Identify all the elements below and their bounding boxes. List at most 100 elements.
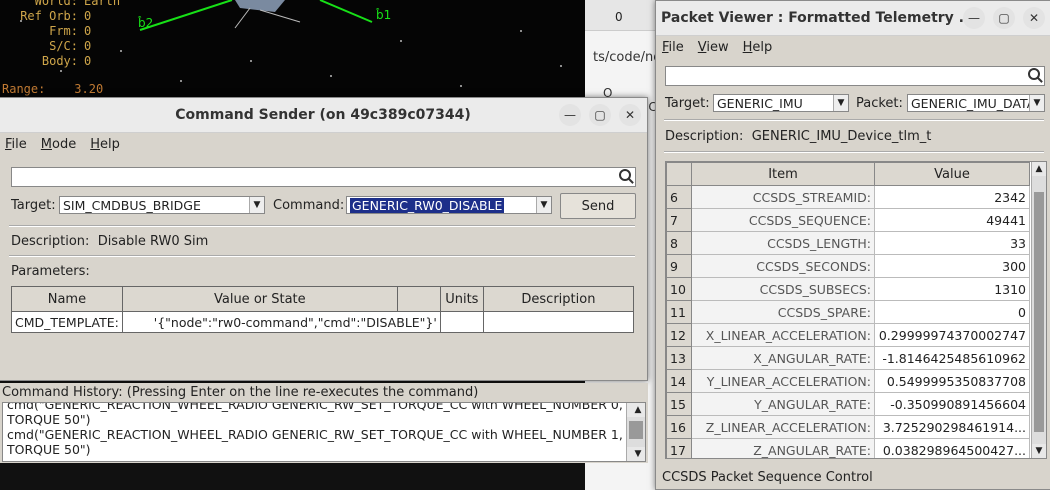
row-number: 16: [666, 415, 692, 439]
col-blank[interactable]: [396, 286, 441, 312]
menubar: File View Help: [656, 36, 1050, 58]
window-title: Packet Viewer : Formatted Telemetry ...: [661, 10, 975, 26]
command-select[interactable]: GENERIC_RW0_DISABLE ▼: [346, 196, 552, 214]
chevron-down-icon[interactable]: ▼: [536, 197, 551, 213]
chevron-down-icon[interactable]: ▼: [1029, 95, 1044, 111]
telemetry-table-container: Item Value 6 CCSDS_STREAMID: 2342 7 CCSDS_SE…: [665, 161, 1047, 459]
target-select[interactable]: SIM_CMDBUS_BRIDGE ▼: [59, 196, 265, 214]
scroll-thumb[interactable]: [629, 421, 643, 439]
window-title: Command Sender (on 49c389c07344): [175, 107, 471, 123]
row-number: 10: [666, 277, 692, 301]
hud-row-sc: S/C: 0: [49, 39, 92, 53]
sim-range: Range: 3.20: [2, 82, 104, 96]
menu-file[interactable]: File: [662, 40, 684, 55]
item-value[interactable]: 3.725290298461914...: [874, 415, 1030, 439]
search-icon[interactable]: [1028, 68, 1040, 80]
row-number: 17: [666, 438, 692, 458]
col-value-or-state[interactable]: Value or State: [121, 286, 398, 312]
history-line[interactable]: cmd("GENERIC_REACTION_WHEEL_RADIO GENERI…: [3, 403, 645, 412]
minimize-icon[interactable]: —: [559, 104, 581, 126]
maximize-icon[interactable]: ▢: [589, 104, 611, 126]
scroll-down-icon[interactable]: ▼: [627, 447, 645, 461]
send-button[interactable]: Send: [560, 193, 636, 219]
col-units[interactable]: Units: [439, 286, 484, 312]
menu-view[interactable]: View: [698, 40, 729, 55]
scroll-down-icon[interactable]: ▼: [1032, 444, 1046, 458]
menu-help[interactable]: Help: [90, 137, 120, 152]
packet-label: Packet:: [856, 96, 903, 111]
param-value-input[interactable]: '{"node":"rw0-command","cmd":"DISABLE"}': [121, 311, 441, 333]
param-units: [439, 311, 484, 333]
menu-help[interactable]: Help: [743, 40, 773, 55]
table-row[interactable]: 10 CCSDS_SUBSECS: 1310: [666, 277, 1030, 301]
item-value[interactable]: 1310: [874, 277, 1030, 301]
table-row[interactable]: 6 CCSDS_STREAMID: 2342: [666, 185, 1030, 209]
divider: [664, 119, 1044, 121]
history-line[interactable]: TORQUE 50"): [3, 442, 645, 457]
row-number: 7: [666, 208, 692, 232]
divider: [9, 255, 635, 257]
minimize-icon[interactable]: —: [963, 7, 985, 29]
table-row[interactable]: 13 X_ANGULAR_RATE: -1.8146425485610962: [666, 346, 1030, 370]
divider: [9, 225, 635, 227]
packet-viewer-titlebar[interactable]: Packet Viewer : Formatted Telemetry ... …: [656, 1, 1050, 36]
scroll-up-icon[interactable]: ▲: [627, 403, 645, 417]
table-row[interactable]: 15 Y_ANGULAR_RATE: -0.350990891456604: [666, 392, 1030, 416]
table-row[interactable]: 11 CCSDS_SPARE: 0: [666, 300, 1030, 324]
hud-row-body: Body: 0: [41, 54, 92, 68]
close-icon[interactable]: ✕: [619, 104, 641, 126]
target-select[interactable]: GENERIC_IMU ▼: [713, 94, 849, 112]
item-name: CCSDS_SECONDS:: [691, 254, 875, 278]
item-value[interactable]: -1.8146425485610962: [874, 346, 1030, 370]
history-line[interactable]: cmd("GENERIC_REACTION_WHEEL_RADIO GENERI…: [3, 427, 645, 442]
table-row: CMD_TEMPLATE: '{"node":"rw0-command","cm…: [11, 311, 635, 333]
table-row[interactable]: 14 Y_LINEAR_ACCELERATION: 0.54999953508377…: [666, 369, 1030, 393]
col-description[interactable]: Description: [482, 286, 635, 312]
item-value[interactable]: 300: [874, 254, 1030, 278]
search-icon[interactable]: [619, 169, 631, 181]
telemetry-scrollbar[interactable]: ▲ ▼: [1031, 162, 1046, 458]
table-row[interactable]: 7 CCSDS_SEQUENCE: 49441: [666, 208, 1030, 232]
col-name[interactable]: Name: [11, 286, 123, 312]
command-sender-titlebar[interactable]: Command Sender (on 49c389c07344) — ▢ ✕: [0, 98, 647, 133]
scroll-up-icon[interactable]: ▲: [1032, 162, 1046, 176]
item-value[interactable]: 0.5499995350837708: [874, 369, 1030, 393]
command-history-list[interactable]: cmd("GENERIC_REACTION_WHEEL_RADIO GENERI…: [2, 402, 646, 462]
item-value[interactable]: 0.038298964500427...: [874, 438, 1030, 458]
close-icon[interactable]: ✕: [1023, 7, 1045, 29]
item-value[interactable]: 2342: [874, 185, 1030, 209]
hud-row-ref-orb: Ref Orb: 0: [20, 9, 92, 23]
chevron-down-icon[interactable]: ▼: [249, 197, 264, 213]
col-value[interactable]: Value: [874, 162, 1030, 186]
item-name: X_ANGULAR_RATE:: [691, 346, 875, 370]
item-value[interactable]: 0: [874, 300, 1030, 324]
table-row[interactable]: 17 Z_ANGULAR_RATE: 0.038298964500427...: [666, 438, 1030, 458]
parameters-label: Parameters:: [11, 264, 90, 279]
table-row[interactable]: 9 CCSDS_SECONDS: 300: [666, 254, 1030, 278]
col-item[interactable]: Item: [691, 162, 875, 186]
item-name: CCSDS_SPARE:: [691, 300, 875, 324]
item-name: Z_LINEAR_ACCELERATION:: [691, 415, 875, 439]
table-row[interactable]: 16 Z_LINEAR_ACCELERATION: 3.72529029846191…: [666, 415, 1030, 439]
row-number: 8: [666, 231, 692, 255]
command-search-input[interactable]: [11, 167, 636, 187]
item-value[interactable]: 0.29999974370002747: [874, 323, 1030, 347]
item-name: Y_LINEAR_ACCELERATION:: [691, 369, 875, 393]
item-value[interactable]: -0.350990891456604: [874, 392, 1030, 416]
history-scrollbar[interactable]: ▲ ▼: [626, 403, 645, 461]
menu-file[interactable]: File: [5, 137, 27, 152]
table-row[interactable]: 8 CCSDS_LENGTH: 33: [666, 231, 1030, 255]
status-bar: CCSDS Packet Sequence Control: [662, 470, 873, 485]
maximize-icon[interactable]: ▢: [993, 7, 1015, 29]
sim-hud: World: Earth Ref Orb: 0 Frm: 0 S/C: 0 Body: 0: [6, 0, 120, 69]
scroll-thumb[interactable]: [1034, 192, 1044, 432]
packet-search-input[interactable]: [665, 66, 1045, 86]
menu-mode[interactable]: Mode: [41, 137, 76, 152]
history-line[interactable]: TORQUE 50"): [3, 412, 645, 427]
table-row[interactable]: 12 X_LINEAR_ACCELERATION: 0.29999974370002…: [666, 323, 1030, 347]
packet-select[interactable]: GENERIC_IMU_DATA ▼: [907, 94, 1045, 112]
item-name: X_LINEAR_ACCELERATION:: [691, 323, 875, 347]
chevron-down-icon[interactable]: ▼: [833, 95, 848, 111]
item-value[interactable]: 33: [874, 231, 1030, 255]
item-value[interactable]: 49441: [874, 208, 1030, 232]
